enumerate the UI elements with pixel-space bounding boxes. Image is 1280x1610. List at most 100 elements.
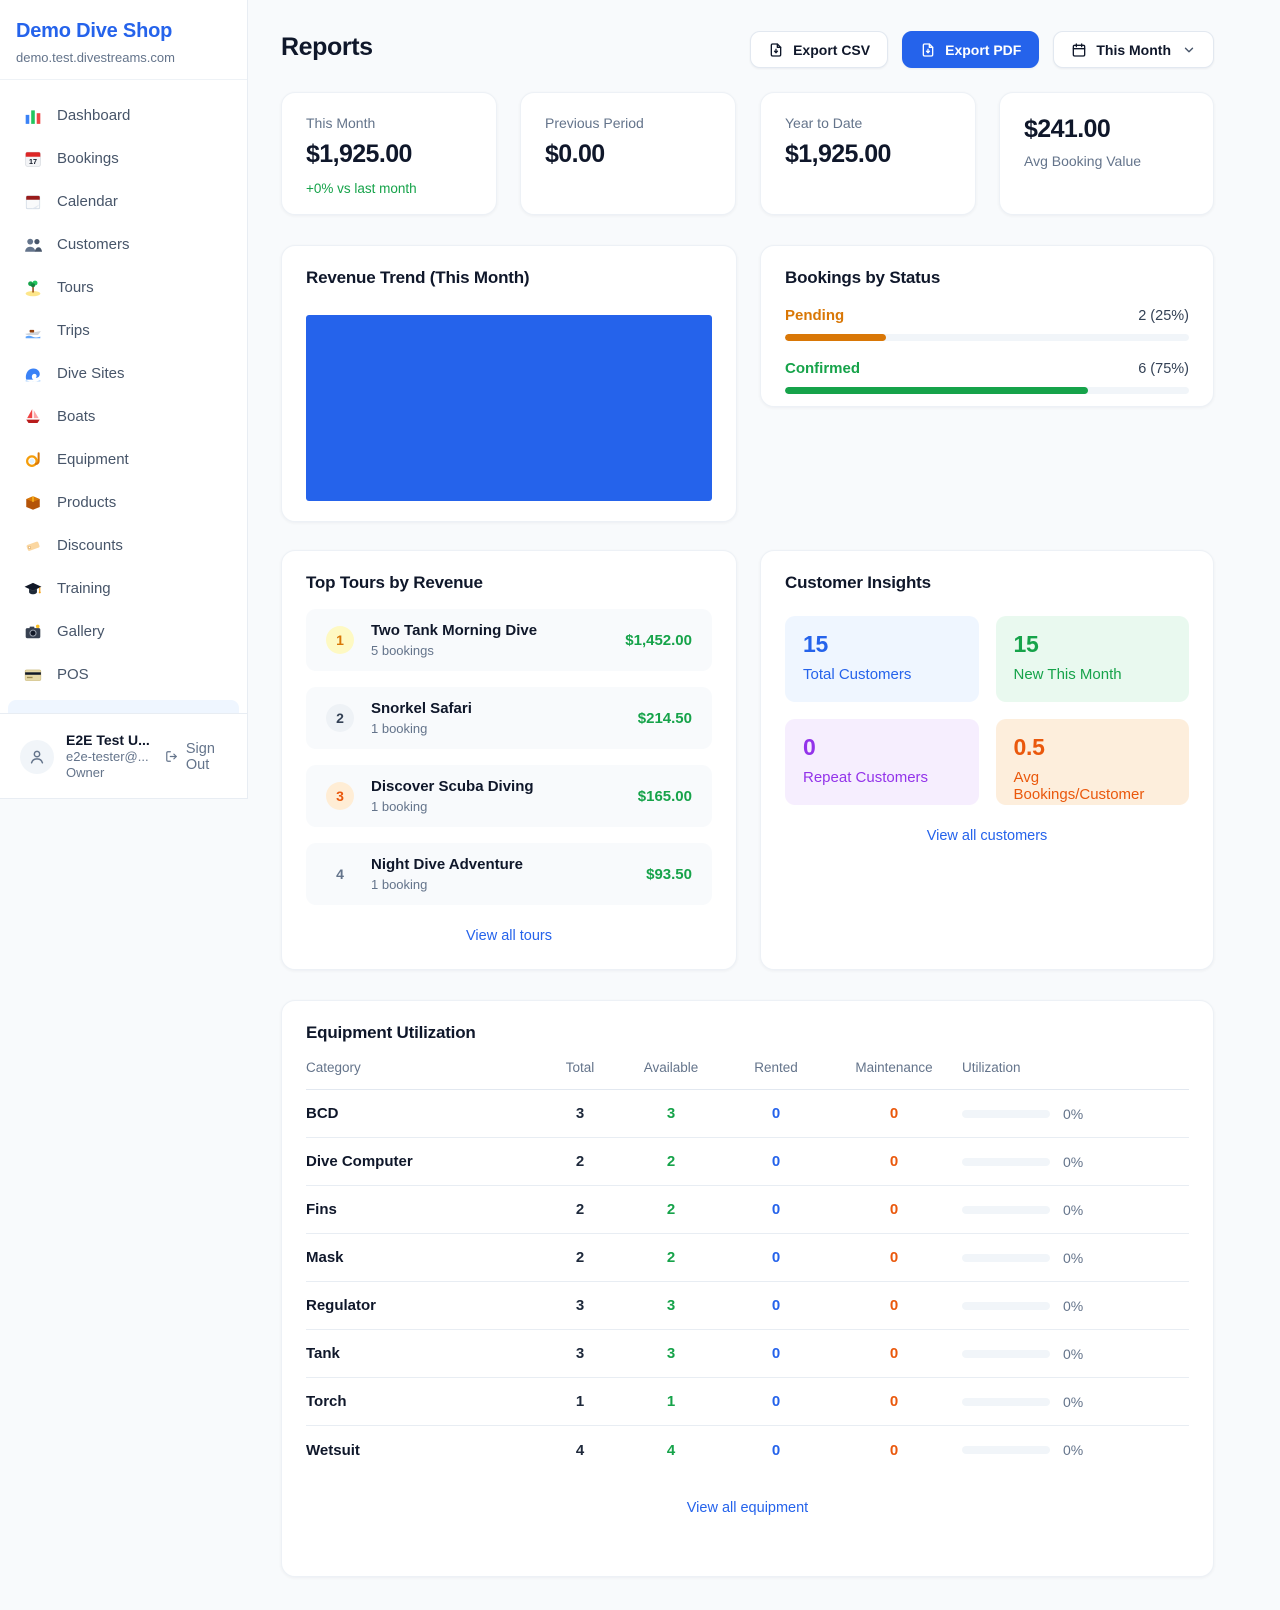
equipment-available: 4 <box>616 1442 726 1459</box>
sidebar-item-products[interactable]: Products <box>8 481 239 524</box>
tour-name: Night Dive Adventure <box>371 856 523 873</box>
column-header: Rented <box>726 1060 826 1075</box>
stat-card-previous-period: Previous Period $0.00 <box>520 92 736 215</box>
stat-value: $241.00 <box>1024 115 1189 144</box>
view-all-equipment-link[interactable]: View all equipment <box>306 1500 1189 1516</box>
view-all-tours-link[interactable]: View all tours <box>306 928 712 944</box>
file-download-icon <box>768 42 784 58</box>
sidebar-item-tours[interactable]: Tours <box>8 266 239 309</box>
equipment-rented: 0 <box>726 1201 826 1218</box>
equipment-rented: 0 <box>726 1393 826 1410</box>
utilization-percent: 0% <box>1063 1154 1083 1170</box>
sidebar-item-label: Bookings <box>57 150 119 167</box>
tour-row[interactable]: 1 Two Tank Morning Dive5 bookings $1,452… <box>306 609 712 671</box>
sign-out-label: Sign Out <box>186 741 233 773</box>
user-panel: E2E Test U... e2e-tester@... Owner Sign … <box>0 713 247 799</box>
utilization-bar-track <box>962 1254 1050 1262</box>
shop-name: Demo Dive Shop <box>16 20 231 43</box>
sidebar-item-discounts[interactable]: Discounts <box>8 524 239 567</box>
tour-row[interactable]: 3 Discover Scuba Diving1 booking $165.00 <box>306 765 712 827</box>
view-all-customers-link[interactable]: View all customers <box>785 828 1189 844</box>
wave-icon <box>24 365 42 383</box>
utilization-bar-track <box>962 1110 1050 1118</box>
sidebar-item-boats[interactable]: Boats <box>8 395 239 438</box>
column-header: Maintenance <box>826 1060 962 1075</box>
stat-value: $1,925.00 <box>306 140 472 169</box>
tour-row[interactable]: 2 Snorkel Safari1 booking $214.50 <box>306 687 712 749</box>
equipment-utilization-cell: 0% <box>962 1394 1189 1410</box>
sidebar-item-dive-sites[interactable]: Dive Sites <box>8 352 239 395</box>
avatar <box>20 740 54 774</box>
sidebar-item-gallery[interactable]: Gallery <box>8 610 239 653</box>
sign-out-button[interactable]: Sign Out <box>165 741 233 773</box>
utilization-bar-track <box>962 1206 1050 1214</box>
top-tours-card: Top Tours by Revenue 1 Two Tank Morning … <box>281 550 737 970</box>
column-header: Utilization <box>962 1060 1189 1075</box>
sidebar-item-training[interactable]: Training <box>8 567 239 610</box>
sidebar-item-bookings[interactable]: 17 Bookings <box>8 137 239 180</box>
export-pdf-button[interactable]: Export PDF <box>902 31 1039 68</box>
equipment-rented: 0 <box>726 1297 826 1314</box>
tag-icon <box>24 537 42 555</box>
sidebar-item-dashboard[interactable]: Dashboard <box>8 94 239 137</box>
status-value: 6 (75%) <box>1138 361 1189 377</box>
sidebar-item-customers[interactable]: Customers <box>8 223 239 266</box>
sidebar-item-trips[interactable]: Trips <box>8 309 239 352</box>
tour-bookings: 1 booking <box>371 877 523 892</box>
tour-bookings: 1 booking <box>371 721 472 736</box>
user-email: e2e-tester@... <box>66 749 153 765</box>
insight-label: Avg Bookings/Customer <box>1014 769 1172 803</box>
rank-badge: 3 <box>326 782 354 810</box>
equipment-available: 1 <box>616 1393 726 1410</box>
tour-name: Discover Scuba Diving <box>371 778 534 795</box>
export-csv-button[interactable]: Export CSV <box>750 31 888 68</box>
equipment-maintenance: 0 <box>826 1442 962 1459</box>
status-label: Pending <box>785 307 844 324</box>
equipment-utilization-cell: 0% <box>962 1202 1189 1218</box>
equipment-maintenance: 0 <box>826 1345 962 1362</box>
equipment-available: 3 <box>616 1297 726 1314</box>
sidebar-item-pos[interactable]: POS <box>8 653 239 696</box>
utilization-percent: 0% <box>1063 1442 1083 1458</box>
status-bar-track <box>785 387 1189 394</box>
chevron-down-icon <box>1182 43 1196 57</box>
bookings-by-status-card: Bookings by Status Pending 2 (25%) Confi… <box>760 245 1214 407</box>
insight-value: 0 <box>803 734 961 761</box>
active-nav-highlight-partial[interactable] <box>8 700 239 713</box>
equipment-utilization-card: Equipment Utilization Category Total Ava… <box>281 1000 1214 1577</box>
utilization-percent: 0% <box>1063 1202 1083 1218</box>
sidebar-item-calendar[interactable]: Calendar <box>8 180 239 223</box>
user-name: E2E Test U... <box>66 732 153 750</box>
equipment-total: 2 <box>544 1153 616 1170</box>
sidebar-item-label: Products <box>57 494 116 511</box>
sidebar-item-label: Boats <box>57 408 95 425</box>
revenue-trend-title: Revenue Trend (This Month) <box>306 268 712 288</box>
equipment-utilization-title: Equipment Utilization <box>306 1023 1189 1043</box>
equipment-category: Regulator <box>306 1297 544 1314</box>
table-row: Fins 2 2 0 0 0% <box>306 1186 1189 1234</box>
tour-row[interactable]: 4 Night Dive Adventure1 booking $93.50 <box>306 843 712 905</box>
equipment-available: 3 <box>616 1105 726 1122</box>
camera-icon <box>24 623 42 641</box>
equipment-maintenance: 0 <box>826 1393 962 1410</box>
equipment-total: 3 <box>544 1345 616 1362</box>
period-dropdown[interactable]: This Month <box>1053 31 1214 68</box>
sidebar-item-label: Gallery <box>57 623 105 640</box>
sign-out-icon <box>165 748 179 765</box>
equipment-rented: 0 <box>726 1249 826 1266</box>
equipment-total: 4 <box>544 1442 616 1459</box>
sidebar-item-label: Customers <box>57 236 130 253</box>
stat-card-year-to-date: Year to Date $1,925.00 <box>760 92 976 215</box>
table-row: Torch 1 1 0 0 0% <box>306 1378 1189 1426</box>
sidebar-item-equipment[interactable]: Equipment <box>8 438 239 481</box>
shop-domain: demo.test.divestreams.com <box>16 50 231 65</box>
rank-badge: 2 <box>326 704 354 732</box>
stat-label: This Month <box>306 115 472 131</box>
insight-new-this-month: 15 New This Month <box>996 616 1190 702</box>
sailboat-icon <box>24 408 42 426</box>
table-row: Wetsuit 4 4 0 0 0% <box>306 1426 1189 1474</box>
tour-bookings: 1 booking <box>371 799 534 814</box>
tour-bookings: 5 bookings <box>371 643 537 658</box>
utilization-bar-track <box>962 1446 1050 1454</box>
diving-mask-icon <box>24 451 42 469</box>
